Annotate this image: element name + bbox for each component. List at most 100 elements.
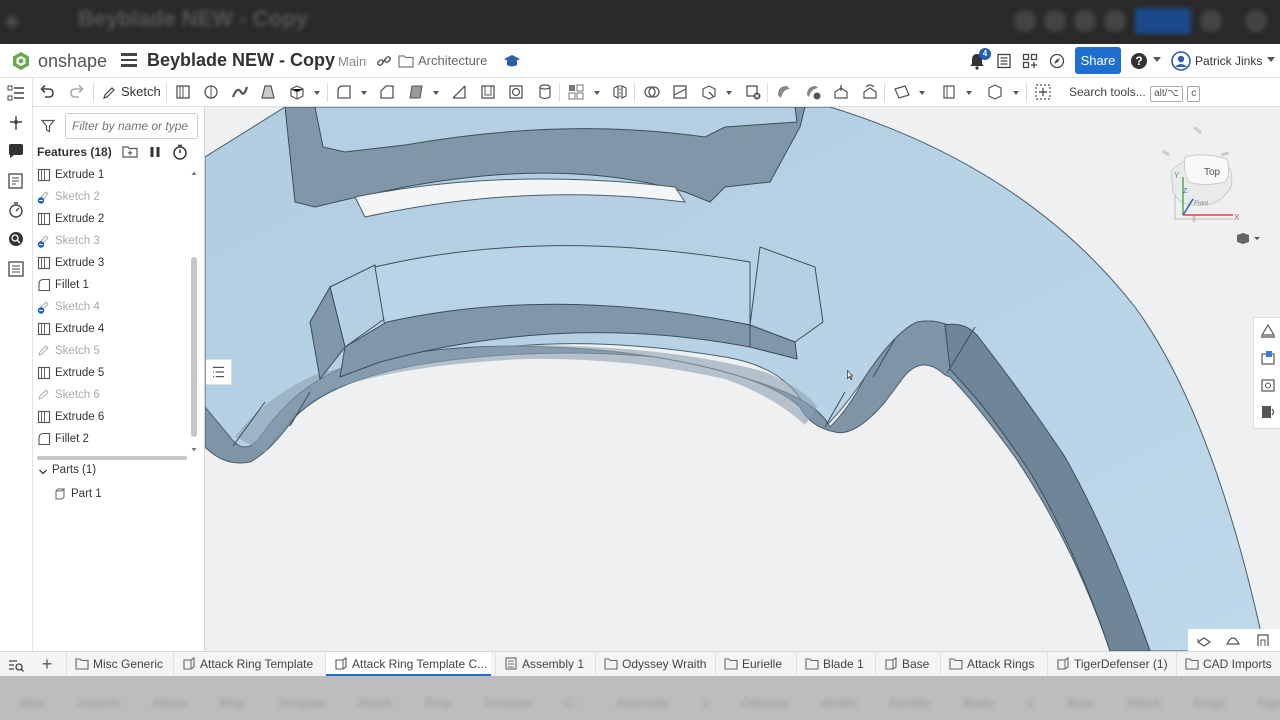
delete-part-icon[interactable] (744, 83, 762, 101)
link-icon[interactable] (376, 53, 392, 69)
section-view-icon[interactable] (1196, 632, 1212, 648)
delete-face-icon[interactable] (804, 83, 822, 101)
move-face-icon[interactable] (832, 83, 850, 101)
view-cube[interactable]: Top Front Y X Z (1149, 127, 1239, 227)
features-header[interactable]: Features (18) (37, 145, 112, 159)
sheet-metal-dropdown-chevron-icon[interactable] (1013, 91, 1019, 95)
branch-label[interactable]: Main (338, 54, 366, 69)
custom-tables-icon[interactable] (1259, 403, 1277, 421)
chevron-down-icon[interactable] (38, 467, 48, 477)
viewcube-top-label[interactable]: Top (1204, 167, 1221, 178)
transform-dropdown-chevron-icon[interactable] (726, 91, 732, 95)
undo-icon[interactable] (38, 83, 56, 101)
redo-icon[interactable] (68, 83, 86, 101)
transform-icon[interactable] (700, 83, 718, 101)
document-title[interactable]: Beyblade NEW - Copy (147, 50, 335, 71)
bill-of-materials-icon[interactable] (7, 260, 25, 278)
tab-tigerdefenser[interactable]: TigerDefenser (1) (1047, 652, 1174, 676)
configurations-icon[interactable] (7, 114, 25, 132)
fillet-dropdown-chevron-icon[interactable] (361, 91, 367, 95)
onshape-logo-icon[interactable] (11, 51, 31, 71)
split-icon[interactable] (671, 83, 689, 101)
mate-connector-dropdown-chevron-icon[interactable] (966, 91, 972, 95)
viewcube-front-label[interactable]: Front (1194, 201, 1208, 207)
horizontal-scrollbar[interactable] (37, 456, 187, 460)
mate-connector-icon[interactable] (940, 83, 958, 101)
search-tools-input[interactable]: Search tools... alt/⌥ c (1069, 81, 1201, 103)
plane-dropdown-chevron-icon[interactable] (919, 91, 925, 95)
feature-item-extrude[interactable]: Extrude 2 (37, 209, 187, 229)
feature-item-fillet[interactable]: Fillet 1 (37, 275, 187, 295)
folder-breadcrumb[interactable]: Architecture (418, 53, 487, 68)
chamfer-icon[interactable] (378, 83, 396, 101)
share-button[interactable]: Share (1075, 47, 1121, 74)
user-name[interactable]: Patrick Jinks (1195, 54, 1262, 68)
thicken-icon[interactable] (288, 83, 306, 101)
learning-center-icon[interactable] (1049, 53, 1065, 69)
tab-attack-rings[interactable]: Attack Rings (940, 652, 1046, 676)
graphics-viewport[interactable]: Top Front Y X Z (205, 107, 1280, 651)
feature-item-extrude[interactable]: Extrude 3 (37, 253, 187, 273)
tasks-icon[interactable] (996, 53, 1012, 69)
sheet-metal-icon[interactable] (986, 83, 1004, 101)
mirror-icon[interactable] (611, 83, 629, 101)
help-dropdown-chevron-icon[interactable] (1153, 57, 1161, 62)
app-store-icon[interactable] (1022, 53, 1038, 69)
revolve-icon[interactable] (202, 83, 220, 101)
tab-cad-imports[interactable]: CAD Imports (1176, 652, 1280, 676)
tab-odyssey-wraith[interactable]: Odyssey Wraith (595, 652, 714, 676)
list-toggle-icon[interactable] (206, 359, 232, 385)
draft-dropdown-chevron-icon[interactable] (433, 91, 439, 95)
loft-icon[interactable] (259, 83, 277, 101)
replace-face-icon[interactable] (861, 83, 879, 101)
comments-icon[interactable] (7, 142, 25, 160)
filter-icon[interactable] (41, 119, 55, 133)
hole-icon[interactable] (507, 83, 525, 101)
scrollbar-thumb[interactable] (191, 257, 197, 437)
measure-tool-icon[interactable] (1255, 632, 1271, 648)
pause-icon[interactable] (147, 144, 163, 160)
add-folder-icon[interactable] (122, 144, 138, 160)
user-avatar-icon[interactable] (1171, 51, 1191, 71)
named-views-icon[interactable] (1259, 376, 1277, 394)
sweep-icon[interactable] (231, 83, 249, 101)
help-icon[interactable]: ? (1131, 53, 1147, 69)
fillet-icon[interactable] (335, 83, 353, 101)
tab-base[interactable]: Base (875, 652, 939, 676)
view-options-icon[interactable] (1234, 231, 1264, 245)
tab-misc-generic[interactable]: Misc Generic (66, 652, 169, 676)
thicken-dropdown-chevron-icon[interactable] (314, 91, 320, 95)
measure-icon[interactable] (7, 201, 25, 219)
boolean-icon[interactable] (643, 83, 661, 101)
feature-item-extrude[interactable]: Extrude 6 (37, 407, 187, 427)
tab-attack-ring-template[interactable]: Attack Ring Template (173, 652, 321, 676)
tab-attack-ring-template-copy[interactable]: Attack Ring Template C... (325, 652, 491, 676)
menu-icon[interactable] (121, 53, 137, 67)
render-mode-icon[interactable] (1225, 632, 1241, 648)
feature-item-sketch[interactable]: Sketch 5 (37, 341, 187, 361)
appearance-search-icon[interactable] (7, 230, 25, 248)
education-icon[interactable] (503, 53, 521, 69)
appearance-panel-icon[interactable] (1259, 322, 1277, 340)
rib-icon[interactable] (450, 83, 468, 101)
modify-fillet-icon[interactable] (775, 83, 793, 101)
insert-part-icon[interactable] (1259, 349, 1277, 367)
tab-search-icon[interactable] (8, 657, 24, 673)
sketch-button[interactable]: Sketch (100, 81, 163, 103)
feature-item-extrude[interactable]: Extrude 5 (37, 363, 187, 383)
feature-item-fillet[interactable]: Fillet 2 (37, 429, 187, 449)
logo-text[interactable]: onshape (38, 51, 107, 72)
variable-table-icon[interactable] (7, 172, 25, 190)
draft-icon[interactable] (407, 83, 425, 101)
attack-ring-model[interactable] (205, 107, 1280, 651)
user-dropdown-chevron-icon[interactable] (1267, 57, 1275, 62)
tab-assembly-1[interactable]: Assembly 1 (495, 652, 591, 676)
cylinder-icon[interactable] (536, 83, 554, 101)
tab-blade-1[interactable]: Blade 1 (796, 652, 874, 676)
feature-item-extrude[interactable]: Extrude 4 (37, 319, 187, 339)
pattern-dropdown-chevron-icon[interactable] (594, 91, 600, 95)
pattern-icon[interactable] (567, 83, 585, 101)
extrude-icon[interactable] (174, 83, 192, 101)
feature-item-sketch[interactable]: Sketch 2 (37, 187, 187, 207)
plane-icon[interactable] (893, 83, 911, 101)
